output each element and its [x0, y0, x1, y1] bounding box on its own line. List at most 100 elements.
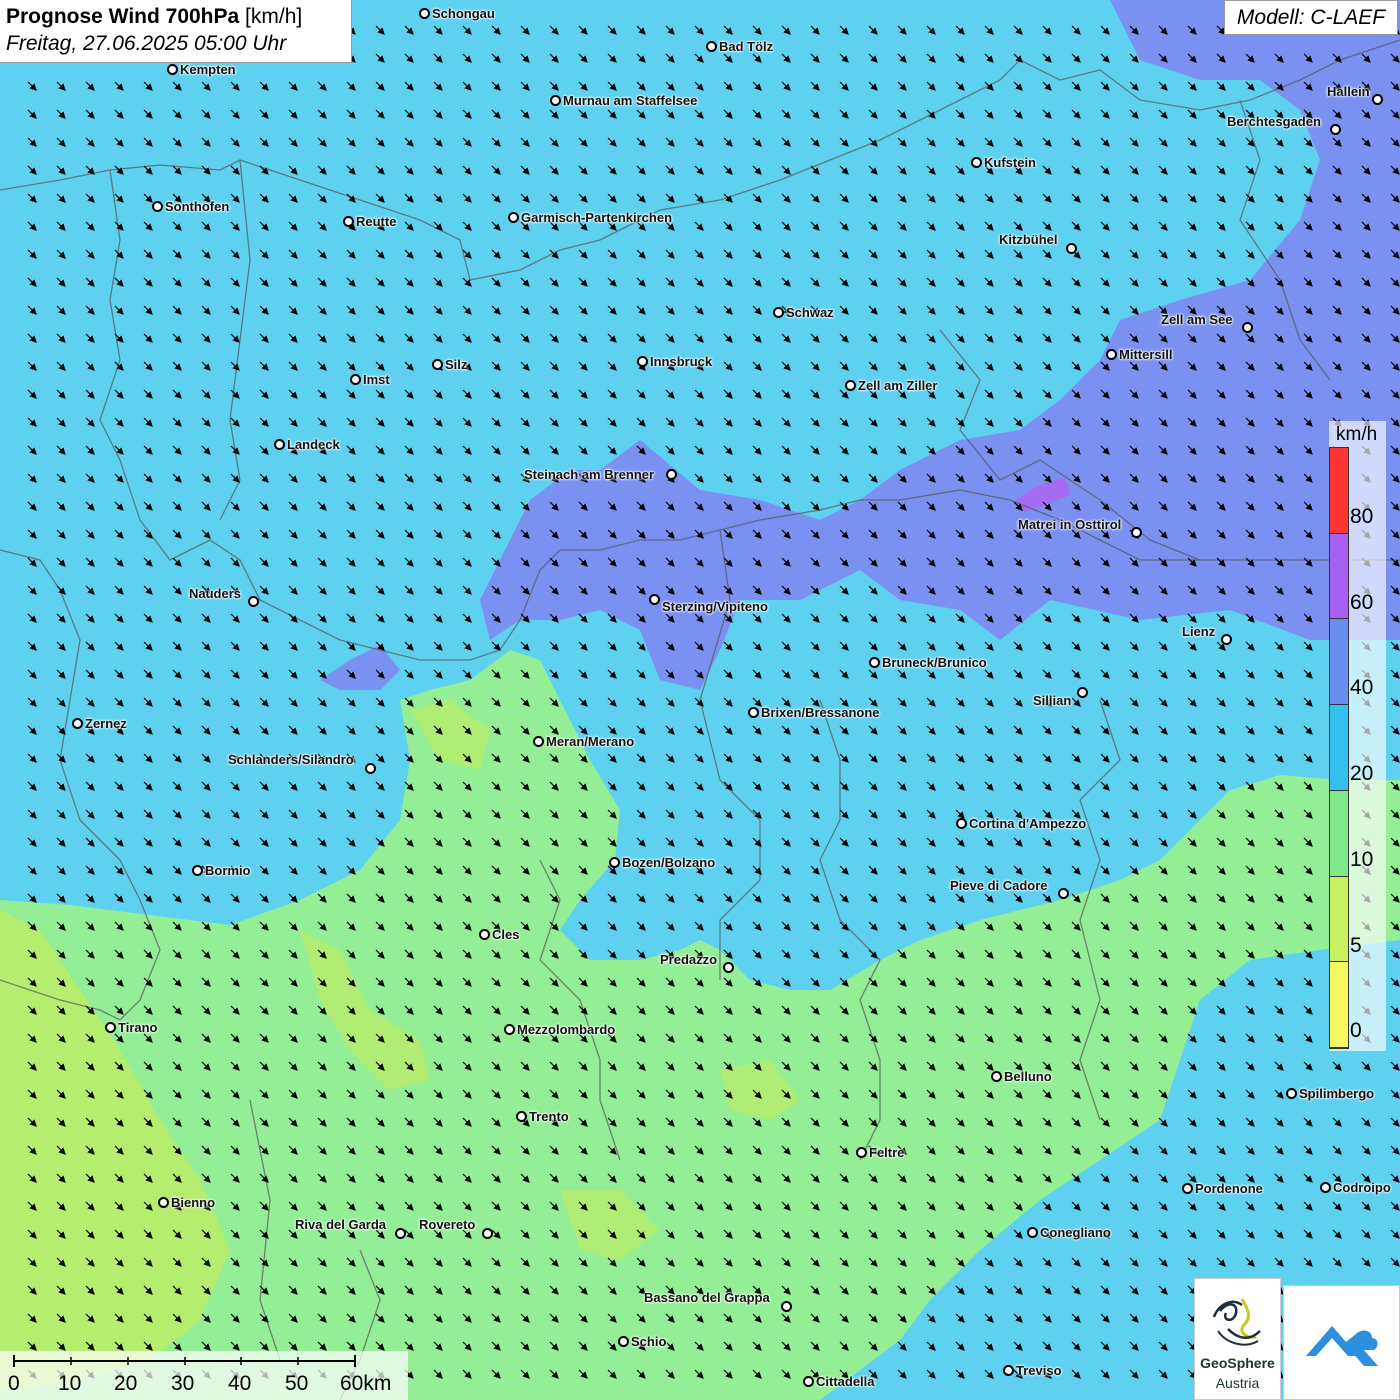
city-label: Brixen/Bressanone [761, 705, 880, 720]
city-marker [504, 1024, 515, 1035]
city-label: Bormio [205, 863, 251, 878]
city-label: Pieve di Cadore [950, 878, 1048, 893]
city-label: Riva del Garda [295, 1217, 387, 1232]
city-marker [971, 157, 982, 168]
city-label: Reutte [356, 214, 397, 229]
city-marker [350, 374, 361, 385]
legend-tick-label: 5 [1350, 933, 1362, 957]
city-label: Cles [492, 927, 520, 942]
city-label: Schongau [432, 6, 495, 21]
scale-label: 0 [8, 1372, 20, 1395]
city-marker [869, 657, 880, 668]
legend-tick-label: 20 [1350, 762, 1374, 786]
geosphere-logo[interactable]: GeoSphere Austria [1194, 1278, 1281, 1400]
city-label: Treviso [1016, 1363, 1062, 1378]
scale-label: 40 [228, 1372, 252, 1395]
city-label: Bassano del Grappa [644, 1290, 770, 1305]
legend-color-segment [1330, 619, 1348, 706]
city-label: Kitzbühel [999, 232, 1058, 247]
city-marker [803, 1376, 814, 1387]
city-marker [666, 469, 677, 480]
city-label: Meran/Merano [546, 734, 635, 749]
geosphere-country: Austria [1215, 1375, 1260, 1391]
city-marker [618, 1336, 629, 1347]
legend-tick-label: 80 [1350, 505, 1374, 528]
city-marker [419, 8, 430, 19]
geosphere-icon [1212, 1298, 1261, 1346]
map-title-unit: [km/h] [245, 5, 303, 28]
city-marker [1242, 322, 1253, 333]
city-marker [1330, 124, 1341, 135]
city-marker [706, 41, 717, 52]
city-marker [1286, 1088, 1297, 1099]
city-label: Mezzolombardo [517, 1022, 616, 1037]
scale-label: 30 [171, 1372, 195, 1395]
city-label: Cortina d'Ampezzo [969, 816, 1087, 831]
city-label: Bozen/Bolzano [622, 855, 716, 870]
city-marker [158, 1197, 169, 1208]
city-marker [1106, 349, 1117, 360]
map-title-main: Prognose Wind 700hPa [6, 5, 240, 28]
austria-logo[interactable] [1283, 1285, 1400, 1400]
city-label: Innsbruck [650, 354, 713, 369]
city-marker [343, 216, 354, 227]
city-label: Lienz [1182, 624, 1216, 639]
city-label: Berchtesgaden [1227, 114, 1321, 129]
city-marker [482, 1228, 493, 1239]
legend-unit: km/h [1336, 424, 1378, 445]
city-label: Belluno [1004, 1069, 1052, 1084]
legend-color-segment [1330, 790, 1348, 877]
city-marker [1058, 888, 1069, 899]
city-label: Tirano [118, 1020, 158, 1035]
city-label: Bruneck/Brunico [882, 655, 987, 670]
legend-color-segment [1330, 533, 1348, 620]
city-marker [479, 929, 490, 940]
city-marker [248, 596, 259, 607]
model-label: Modell: C-LAEF [1224, 0, 1398, 35]
city-marker [508, 212, 519, 223]
city-label: Schlanders/Silandro [228, 752, 354, 767]
city-label: Rovereto [419, 1217, 476, 1232]
city-marker [637, 356, 648, 367]
city-label: Mittersill [1119, 347, 1173, 362]
city-marker [1221, 634, 1232, 645]
city-marker [991, 1071, 1002, 1082]
city-label: Predazzo [660, 952, 718, 967]
scale-label: 20 [114, 1372, 138, 1395]
city-label: Murnau am Staffelsee [563, 93, 698, 108]
legend-tick-label: 40 [1350, 676, 1374, 700]
city-label: Schio [631, 1334, 667, 1349]
city-label: Silz [445, 357, 468, 372]
city-marker [781, 1301, 792, 1312]
city-marker [516, 1111, 527, 1122]
city-label: Sonthofen [165, 199, 230, 214]
city-label: Matrei in Osttirol [1018, 517, 1122, 532]
city-label: Conegliano [1040, 1225, 1111, 1240]
legend-tick-label: 60 [1350, 590, 1374, 614]
city-marker [609, 857, 620, 868]
city-label: Landeck [287, 437, 340, 452]
scale-label: 60km [340, 1372, 392, 1395]
legend-tick-label: 0 [1350, 1019, 1362, 1043]
city-marker [856, 1147, 867, 1158]
city-marker [365, 763, 376, 774]
legend-color-segment [1330, 962, 1348, 1048]
city-marker [1372, 94, 1383, 105]
city-label: Zernez [85, 716, 127, 731]
city-label: Pordenone [1195, 1181, 1263, 1196]
city-label: Bad Tölz [719, 39, 774, 54]
city-marker [845, 380, 856, 391]
legend-color-segment [1330, 705, 1348, 791]
city-label: Nauders [189, 586, 242, 601]
legend-colorbar [1329, 447, 1349, 1049]
city-marker [152, 201, 163, 212]
city-marker [192, 865, 203, 876]
city-label: Cittadella [816, 1374, 875, 1389]
city-marker [105, 1022, 116, 1033]
forecast-datetime: Freitag, 27.06.2025 05:00 Uhr [6, 32, 287, 55]
city-label: Garmisch-Partenkirchen [521, 210, 673, 225]
city-label: Imst [363, 372, 390, 387]
city-label: Kempten [180, 62, 236, 77]
city-label: Feltre [869, 1145, 905, 1160]
city-marker [723, 962, 734, 973]
